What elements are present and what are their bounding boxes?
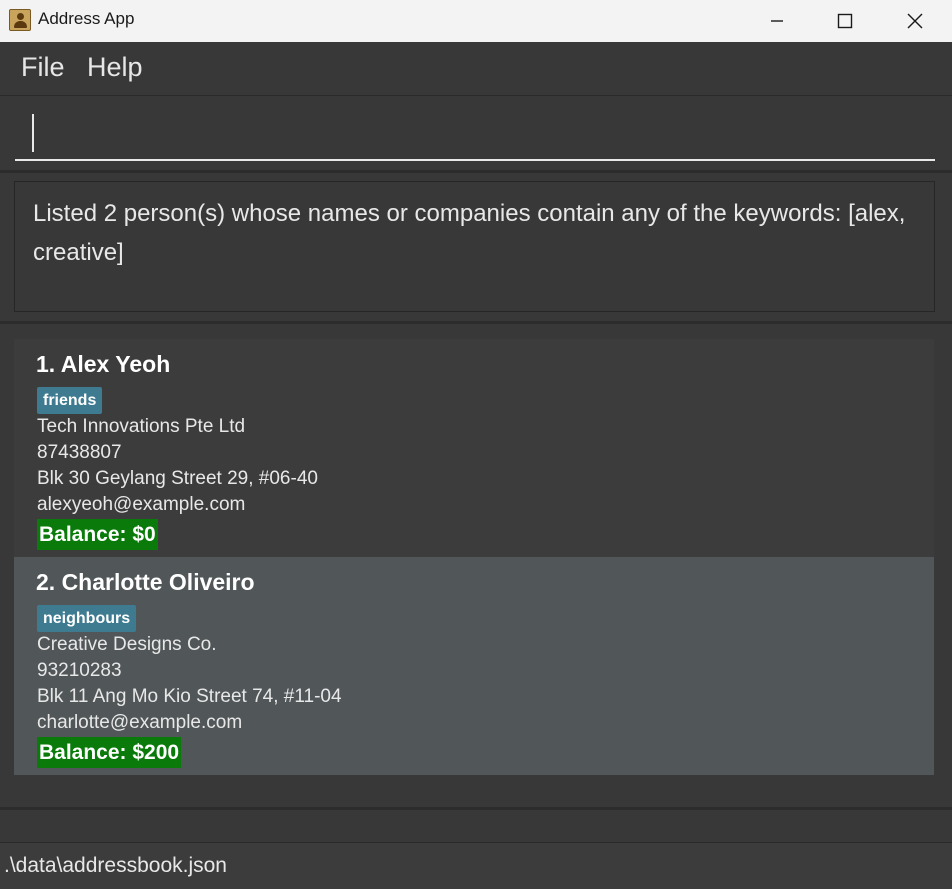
menu-help[interactable]: Help <box>87 52 143 83</box>
person-phone: 93210283 <box>37 660 122 681</box>
minimize-icon <box>771 20 783 22</box>
status-bar: .\data\addressbook.json <box>0 842 952 889</box>
person-name: 1. Alex Yeoh <box>36 351 171 377</box>
menu-file[interactable]: File <box>21 52 65 83</box>
person-balance: Balance: $0 <box>37 519 158 550</box>
menu-bar: File Help <box>0 42 952 96</box>
title-bar: Address App <box>0 0 952 42</box>
bottom-panel <box>0 810 952 842</box>
person-card[interactable]: 2. Charlotte Oliveiro neighbours Creativ… <box>14 557 934 775</box>
person-email: charlotte@example.com <box>37 712 243 733</box>
result-message: Listed 2 person(s) whose names or compan… <box>33 200 906 266</box>
maximize-icon <box>837 13 853 29</box>
command-box <box>0 97 952 170</box>
minimize-button[interactable] <box>742 0 812 42</box>
close-icon <box>907 13 923 29</box>
text-caret <box>32 114 34 152</box>
person-balance: Balance: $200 <box>37 737 182 768</box>
person-list[interactable]: 1. Alex Yeoh friends Tech Innovations Pt… <box>0 324 952 808</box>
person-tag: friends <box>37 387 103 414</box>
command-input[interactable] <box>15 109 935 161</box>
person-address: Blk 30 Geylang Street 29, #06-40 <box>37 468 318 489</box>
window-title: Address App <box>38 9 135 28</box>
save-location: .\data\addressbook.json <box>4 854 227 877</box>
person-email: alexyeoh@example.com <box>37 494 246 515</box>
result-display: Listed 2 person(s) whose names or compan… <box>14 181 935 312</box>
close-button[interactable] <box>880 0 950 42</box>
person-address: Blk 11 Ang Mo Kio Street 74, #11-04 <box>37 686 342 707</box>
person-company: Creative Designs Co. <box>37 634 217 655</box>
divider <box>0 170 952 173</box>
person-name: 2. Charlotte Oliveiro <box>36 569 255 595</box>
person-company: Tech Innovations Pte Ltd <box>37 416 246 437</box>
maximize-button[interactable] <box>810 0 880 42</box>
address-book-icon <box>9 9 31 31</box>
person-card[interactable]: 1. Alex Yeoh friends Tech Innovations Pt… <box>14 339 934 557</box>
person-phone: 87438807 <box>37 442 122 463</box>
person-tag: neighbours <box>37 605 137 632</box>
